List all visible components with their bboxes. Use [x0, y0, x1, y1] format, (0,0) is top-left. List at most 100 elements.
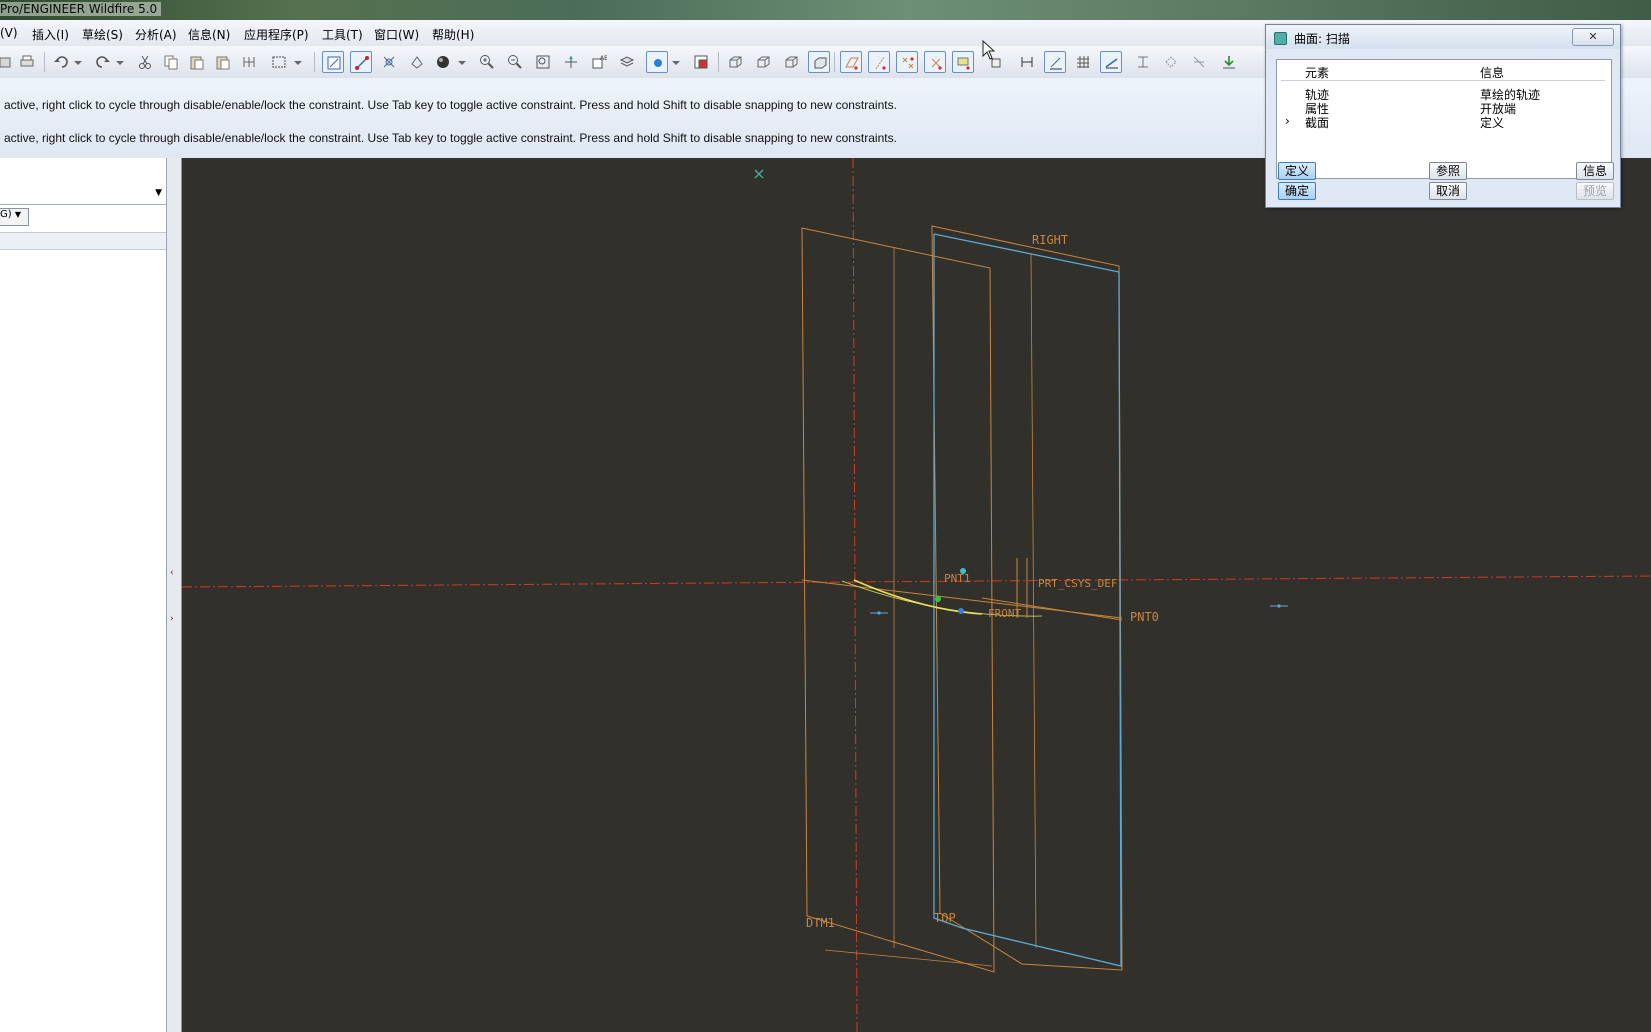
row-section-info: 定义: [1480, 116, 1505, 130]
toolbar-separator: [718, 52, 719, 72]
datum-planes-icon[interactable]: [840, 51, 862, 73]
pnt1-label: PNT1: [944, 572, 971, 585]
ok-button[interactable]: 确定: [1278, 182, 1316, 200]
constraints-icon[interactable]: [378, 51, 400, 73]
pnt0-label: PNT0: [1130, 610, 1159, 624]
message-line-2: active, right click to cycle through dis…: [4, 131, 897, 145]
appearance-icon[interactable]: [690, 51, 712, 73]
tree-filter-dropdown[interactable]: G) ▼: [0, 208, 29, 226]
tree-filter-label: G): [0, 209, 12, 220]
regenerate-icon[interactable]: [238, 51, 260, 73]
paste-special-icon[interactable]: [212, 51, 234, 73]
cancel-button[interactable]: 取消: [1429, 182, 1467, 200]
menu-analysis[interactable]: 分析(A): [135, 26, 177, 43]
undo-dropdown-icon[interactable]: [70, 51, 92, 73]
shading-dropdown-icon[interactable]: [454, 51, 476, 73]
start-point-marker[interactable]: [935, 596, 941, 602]
select-dropdown-icon[interactable]: [290, 51, 312, 73]
cut-icon[interactable]: [134, 51, 156, 73]
model-tree-selector[interactable]: ▼: [0, 186, 166, 205]
element-list[interactable]: 元素 信息 轨迹 草绘的轨迹 属性 开放端 › 截面 定义: [1276, 59, 1612, 179]
axis-dot: [1277, 604, 1281, 608]
front-label: FRONT: [988, 607, 1021, 620]
spin-center-marker: [754, 169, 764, 179]
undo-icon[interactable]: [50, 51, 72, 73]
title-bar: Pro/ENGINEER Wildfire 5.0: [0, 0, 1651, 20]
sketch-view-icon[interactable]: [322, 51, 344, 73]
overlap-icon[interactable]: [1188, 51, 1210, 73]
shaded-icon[interactable]: [808, 51, 830, 73]
graphics-window[interactable]: RIGHT TOP DTM1 PNT0 PNT1 PRT_CSYS_DEF FR…: [182, 158, 1651, 1032]
no-hidden-icon[interactable]: [780, 51, 802, 73]
wireframe-icon[interactable]: [724, 51, 746, 73]
column-header-element: 元素: [1305, 66, 1330, 80]
define-button[interactable]: 定义: [1278, 162, 1316, 180]
open-icon[interactable]: [0, 51, 16, 73]
datum-csys-icon[interactable]: [924, 51, 946, 73]
saved-views-icon[interactable]: AB: [588, 51, 610, 73]
zoom-out-icon[interactable]: [504, 51, 526, 73]
csys-label: PRT_CSYS_DEF: [1038, 577, 1117, 590]
view-manager-icon[interactable]: [646, 51, 668, 73]
copy-icon[interactable]: [160, 51, 182, 73]
layers-icon[interactable]: [616, 51, 638, 73]
references-button[interactable]: 参照: [1429, 162, 1467, 180]
dimension-icon[interactable]: [1016, 51, 1038, 73]
axis-dot: [877, 611, 881, 615]
menu-applications[interactable]: 应用程序(P): [244, 26, 309, 43]
expand-right-icon[interactable]: ›: [170, 614, 174, 624]
info-button[interactable]: 信息: [1576, 162, 1614, 180]
menu-sketch[interactable]: 草绘(S): [82, 26, 123, 43]
panel-splitter[interactable]: ‹ ›: [167, 158, 182, 1032]
row-section-element[interactable]: 截面: [1305, 114, 1329, 131]
dtm1-plane[interactable]: [801, 227, 995, 973]
collapse-left-icon[interactable]: ‹: [170, 568, 174, 578]
menu-info[interactable]: 信息(N): [188, 26, 230, 43]
menu-window[interactable]: 窗口(W): [374, 26, 419, 43]
grid-icon[interactable]: [1072, 51, 1094, 73]
annotations-icon[interactable]: [952, 51, 974, 73]
menu-view[interactable]: (V): [0, 26, 18, 40]
dialog-titlebar[interactable]: 曲面: 扫描 ✕: [1266, 25, 1620, 49]
print-icon[interactable]: [16, 51, 38, 73]
header-divider: [1281, 80, 1605, 81]
message-line-1: active, right click to cycle through dis…: [4, 98, 897, 112]
tree-column-header: [0, 232, 166, 250]
datum-points-icon[interactable]: [896, 51, 918, 73]
dimension-display-icon[interactable]: [1044, 51, 1066, 73]
surface-icon: [1274, 32, 1287, 45]
svg-text:AB: AB: [600, 55, 607, 62]
close-button[interactable]: ✕: [1572, 28, 1614, 46]
refit-icon[interactable]: [532, 51, 554, 73]
shading-icon[interactable]: [432, 51, 454, 73]
reorient-icon[interactable]: [560, 51, 582, 73]
preview-button[interactable]: 预览: [1576, 182, 1614, 200]
zoom-in-icon[interactable]: [476, 51, 498, 73]
import-icon[interactable]: [1218, 51, 1240, 73]
column-header-info: 信息: [1480, 66, 1505, 80]
point-marker[interactable]: [958, 608, 964, 614]
diagnostic-icon[interactable]: [1160, 51, 1182, 73]
constraint-display-icon[interactable]: [1132, 51, 1154, 73]
mouse-cursor-icon: [982, 40, 996, 60]
menu-insert[interactable]: 插入(I): [32, 26, 69, 43]
datum-axes-icon[interactable]: [868, 51, 890, 73]
orient-icon[interactable]: [406, 51, 428, 73]
toolbar-separator: [314, 52, 315, 72]
menu-help[interactable]: 帮助(H): [432, 26, 474, 43]
paste-icon[interactable]: [186, 51, 208, 73]
dtm1-label: DTM1: [806, 916, 835, 930]
dialog-title: 曲面: 扫描: [1294, 32, 1350, 46]
model-view[interactable]: RIGHT TOP DTM1 PNT0 PNT1 PRT_CSYS_DEF FR…: [182, 158, 1651, 1032]
model-tree-panel: ▼ G) ▼: [0, 158, 167, 1032]
top-plane-label: TOP: [934, 911, 956, 925]
view-dropdown-icon[interactable]: [668, 51, 690, 73]
hidden-line-icon[interactable]: [752, 51, 774, 73]
menu-tools[interactable]: 工具(T): [322, 26, 363, 43]
sketch-line-icon[interactable]: [350, 51, 372, 73]
select-box-icon[interactable]: [268, 51, 290, 73]
redo-dropdown-icon[interactable]: [112, 51, 134, 73]
vertex-display-icon[interactable]: [1100, 51, 1122, 73]
redo-icon[interactable]: [92, 51, 114, 73]
chevron-down-icon: ▼: [14, 210, 21, 219]
